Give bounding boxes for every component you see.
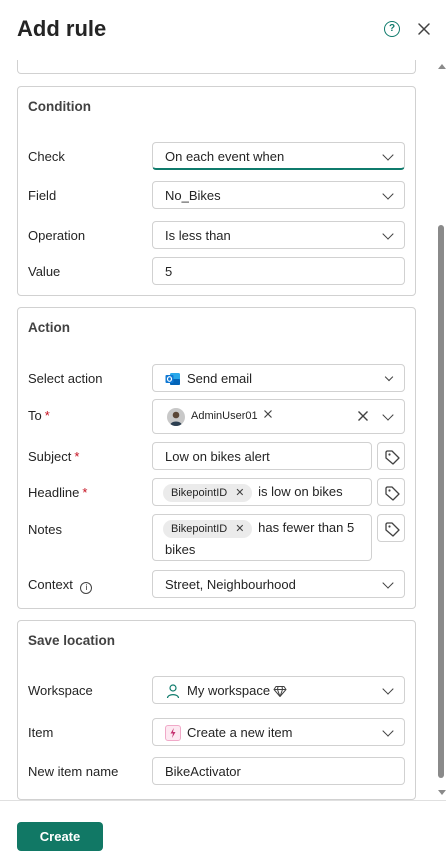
notes-text: has fewer than 5 [258,520,355,536]
help-icon[interactable]: ? [384,21,400,37]
context-value: Street, Neighbourhood [165,577,296,592]
operation-value: Is less than [165,228,231,243]
notes-input[interactable]: BikepointID ✕ has fewer than 5 bikes [152,514,372,561]
action-title: Action [28,320,70,335]
field-label: Field [28,188,57,203]
insert-tag-button[interactable] [377,514,405,542]
condition-title: Condition [28,99,91,114]
insert-tag-button[interactable] [377,442,405,470]
chevron-down-icon [382,683,394,695]
new-item-name-value: BikeActivator [165,764,241,779]
context-label: Context i [28,577,93,594]
operation-label: Operation [28,228,86,243]
panel-title: Add rule [17,16,107,41]
dynamic-field-chip[interactable]: BikepointID ✕ [163,520,253,538]
insert-tag-button[interactable] [377,478,405,506]
subject-input[interactable]: Low on bikes alert [152,442,372,470]
save-location-title: Save location [28,633,116,648]
check-label: Check [28,149,65,164]
remove-chip-icon: ✕ [235,523,245,535]
to-people-picker[interactable]: AdminUser01 [152,399,405,434]
outlook-icon [165,371,181,387]
value-input[interactable]: 5 [152,257,405,285]
avatar [167,408,185,426]
item-dropdown[interactable]: Create a new item [152,718,405,746]
previous-section-card [17,60,416,74]
clear-icon[interactable] [356,409,370,423]
panel-body: Condition Check On each event when Field… [0,60,446,800]
item-value: Create a new item [187,725,293,740]
remove-chip-icon: ✕ [235,487,245,499]
chevron-down-icon [382,409,394,421]
info-icon[interactable]: i [80,582,93,594]
condition-section: Condition Check On each event when Field… [17,86,416,296]
headline-text: is low on bikes [258,484,343,500]
person-icon [165,683,181,699]
workspace-dropdown[interactable]: My workspace [152,676,405,704]
operation-dropdown[interactable]: Is less than [152,221,405,249]
dynamic-field-chip[interactable]: BikepointID ✕ [163,484,253,502]
recipient-name: AdminUser01 [191,410,258,422]
scroll-up-arrow[interactable] [438,64,446,69]
scroll-down-arrow[interactable] [438,790,446,795]
select-action-label: Select action [28,371,103,386]
new-item-name-input[interactable]: BikeActivator [152,757,405,785]
chevron-down-icon [382,188,394,200]
panel-footer: Create [0,800,446,867]
check-value: On each event when [165,149,285,164]
close-icon[interactable] [414,19,434,39]
activator-icon [165,725,181,741]
item-label: Item [28,725,54,740]
chevron-down-icon [382,577,394,589]
create-button[interactable]: Create [17,822,103,851]
to-label: To * [28,408,50,423]
value-text: 5 [165,264,173,279]
chevron-down-icon [384,372,394,382]
vertical-scrollbar[interactable] [436,60,446,800]
premium-diamond-icon [273,684,287,698]
headline-label: Headline * [28,485,88,500]
scrollbar-thumb[interactable] [438,225,444,778]
notes-text-cont: bikes [165,542,196,557]
tag-icon [385,450,400,465]
select-action-dropdown[interactable]: Send email [152,364,405,392]
subject-value: Low on bikes alert [165,449,270,464]
notes-label: Notes [28,522,62,537]
tag-icon [385,486,400,501]
action-section: Action Select action Send email To * Admi… [17,307,416,609]
panel-header: Add rule ? [0,0,446,60]
workspace-label: Workspace [28,683,93,698]
headline-input[interactable]: BikepointID ✕ is low on bikes [152,478,372,506]
save-location-section: Save location Workspace My workspace Ite… [17,620,416,800]
workspace-value: My workspace [187,683,271,698]
new-item-name-label: New item name [28,764,119,779]
select-action-value: Send email [187,371,253,386]
check-dropdown[interactable]: On each event when [152,142,405,170]
context-dropdown[interactable]: Street, Neighbourhood [152,570,405,598]
chevron-down-icon [382,149,394,161]
chevron-down-icon [382,228,394,240]
subject-label: Subject * [28,449,80,464]
chevron-down-icon [382,725,394,737]
value-label: Value [28,264,61,279]
tag-icon [385,522,400,537]
field-value: No_Bikes [165,188,221,203]
field-dropdown[interactable]: No_Bikes [152,181,405,209]
remove-recipient-icon[interactable] [261,407,275,421]
